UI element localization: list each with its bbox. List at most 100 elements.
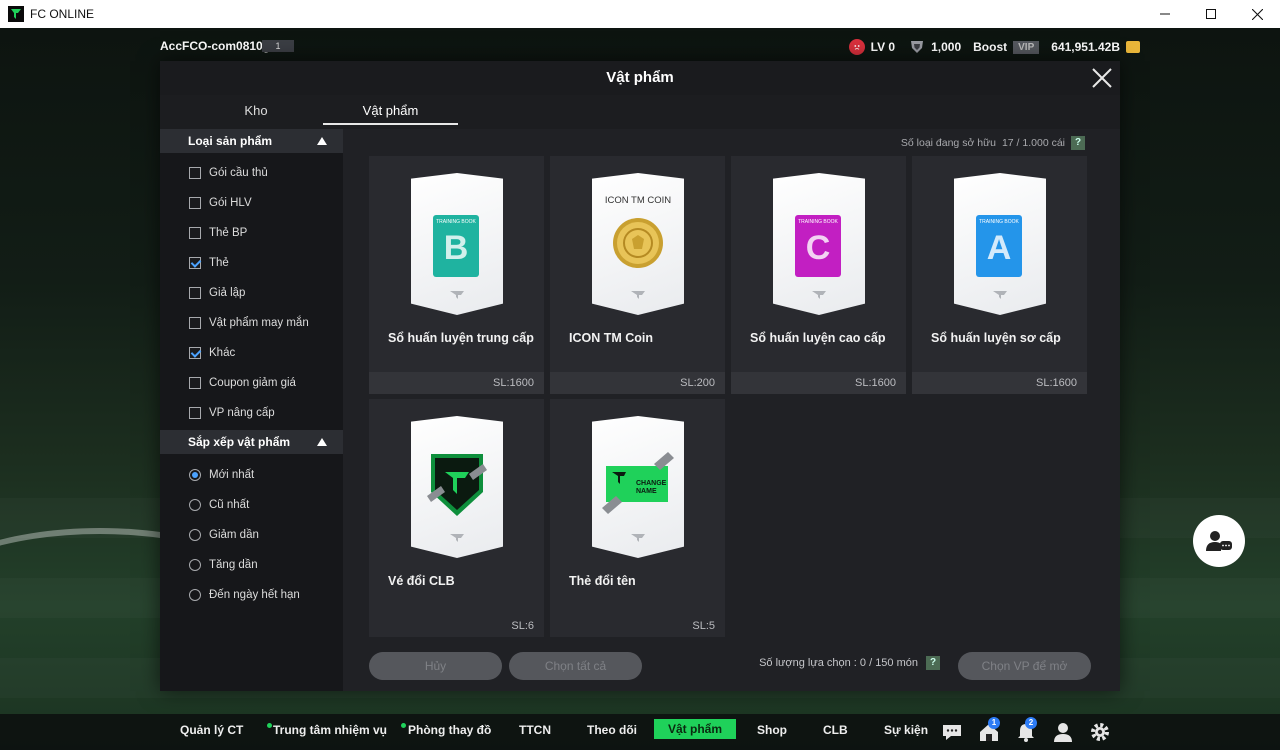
filter-coach-pack[interactable]: Gói HLV: [189, 195, 252, 211]
select-all-button[interactable]: Chọn tất cả: [509, 652, 642, 680]
collapse-triangle-icon: [317, 137, 327, 145]
tab-inventory[interactable]: Kho: [191, 99, 321, 125]
checkbox[interactable]: [189, 317, 201, 329]
chat-icon[interactable]: [941, 722, 963, 742]
filter-lucky-item[interactable]: Vật phẩm may mắn: [189, 315, 309, 331]
coin-icon: [1126, 41, 1140, 53]
item-card-rename-ticket[interactable]: CHANGE NAME Thẻ đổi tên SL:5: [550, 399, 725, 637]
option-label: VP nâng cấp: [209, 407, 275, 419]
item-card-intermediate-training-book[interactable]: TRAINING BOOK B Sổ huấn luyện trung cấp …: [369, 156, 544, 394]
gold-coin-icon: [613, 218, 663, 268]
window-titlebar: FC ONLINE: [0, 0, 1280, 28]
window-title: FC ONLINE: [30, 7, 95, 21]
nav-mission-center[interactable]: Trung tâm nhiệm vụ: [273, 723, 387, 737]
qty-bar: SL:1600: [731, 372, 906, 394]
radio[interactable]: [189, 529, 201, 541]
maximize-button[interactable]: [1188, 0, 1234, 28]
close-modal-button[interactable]: [1090, 66, 1114, 90]
checkbox[interactable]: [189, 407, 201, 419]
checkbox-checked[interactable]: [189, 347, 201, 359]
radio-selected[interactable]: [189, 469, 201, 481]
shield-icon: [911, 41, 924, 53]
minimize-button[interactable]: [1142, 0, 1188, 28]
item-qty: SL:200: [680, 377, 715, 389]
item-card-icon-tm-coin[interactable]: ICON TM COIN ICON TM Coin SL:200: [550, 156, 725, 394]
filter-other[interactable]: Khác: [189, 345, 235, 361]
nav-events[interactable]: Sự kiện: [884, 723, 928, 737]
nav-dot: [267, 723, 272, 728]
option-label: Vật phẩm may mắn: [209, 317, 309, 329]
tab-items[interactable]: Vật phẩm: [323, 99, 458, 125]
fc-logo-icon: [450, 291, 464, 299]
item-qty: SL:6: [511, 620, 534, 632]
training-book-c-icon: TRAINING BOOK C: [795, 215, 841, 277]
close-window-button[interactable]: [1234, 0, 1280, 28]
checkbox[interactable]: [189, 377, 201, 389]
items-modal: Vật phẩm Kho Vật phẩm Loại sản phẩm Gói …: [160, 61, 1120, 691]
club-shield-icon: [427, 454, 487, 516]
sort-section-header[interactable]: Sắp xếp vật phẩm: [160, 430, 343, 454]
radio[interactable]: [189, 559, 201, 571]
item-name: Sổ huấn luyện trung cấp: [388, 331, 534, 345]
nav-locker-room[interactable]: Phòng thay đồ: [408, 723, 491, 737]
user-chat-icon: [1206, 531, 1232, 551]
vip-badge: VIP: [1013, 40, 1040, 54]
ticket-text: CHANGE NAME: [636, 480, 667, 495]
filter-upgrade-item[interactable]: VP nâng cấp: [189, 405, 275, 421]
checkbox[interactable]: [189, 227, 201, 239]
nav-ttcn[interactable]: TTCN: [519, 723, 551, 737]
cancel-button[interactable]: Hủy: [369, 652, 502, 680]
sort-expiry[interactable]: Đến ngày hết hạn: [189, 587, 300, 603]
nav-items[interactable]: Vật phẩm: [654, 719, 737, 739]
fc-logo-icon: [993, 291, 1007, 299]
qty-bar: SL:1600: [912, 372, 1087, 394]
nav-follow[interactable]: Theo dõi: [587, 723, 637, 737]
sort-descending[interactable]: Giảm dần: [189, 527, 259, 543]
minimize-icon: [1160, 13, 1170, 15]
points-value: 1,000: [931, 40, 962, 54]
filter-simulation[interactable]: Giả lập: [189, 285, 245, 301]
option-label: Đến ngày hết hạn: [209, 589, 300, 601]
sort-oldest[interactable]: Cũ nhất: [189, 497, 249, 513]
item-card-advanced-training-book[interactable]: TRAINING BOOK C Sổ huấn luyện cao cấp SL…: [731, 156, 906, 394]
nav-team-management[interactable]: Quản lý CT: [180, 723, 243, 737]
filter-bp-card[interactable]: Thẻ BP: [189, 225, 247, 241]
modal-header: Vật phẩm: [160, 61, 1120, 95]
item-qty: SL:1600: [493, 377, 534, 389]
filter-discount-coupon[interactable]: Coupon giảm giá: [189, 375, 296, 391]
category-section-header[interactable]: Loại sản phẩm: [160, 129, 343, 153]
gear-icon[interactable]: [1089, 722, 1111, 742]
help-icon[interactable]: ?: [926, 656, 940, 670]
qty-bar: SL:200: [550, 372, 725, 394]
sort-newest[interactable]: Mới nhất: [189, 467, 254, 483]
radio[interactable]: [189, 589, 201, 601]
owned-value: 17 / 1.000 cái: [1001, 137, 1065, 149]
checkbox[interactable]: [189, 167, 201, 179]
filter-player-pack[interactable]: Gói cầu thủ: [189, 165, 268, 181]
support-chat-button[interactable]: [1193, 515, 1245, 567]
item-card-beginner-training-book[interactable]: TRAINING BOOK A Sổ huấn luyện sơ cấp SL:…: [912, 156, 1087, 394]
checkbox-checked[interactable]: [189, 257, 201, 269]
collapse-triangle-icon: [317, 438, 327, 446]
option-label: Thẻ BP: [209, 227, 248, 239]
item-card-club-change-ticket[interactable]: Vé đổi CLB SL:6: [369, 399, 544, 637]
option-label: Giảm dần: [209, 529, 259, 541]
bell-notification-badge: 2: [1025, 717, 1037, 729]
checkbox[interactable]: [189, 197, 201, 209]
fc-logo-icon: [631, 534, 645, 542]
radio[interactable]: [189, 499, 201, 511]
filter-card[interactable]: Thẻ: [189, 255, 229, 271]
fc-logo-icon: [631, 291, 645, 299]
open-selected-button[interactable]: Chọn VP để mở: [958, 652, 1091, 680]
help-icon[interactable]: ?: [1071, 136, 1085, 150]
profile-icon[interactable]: [1052, 722, 1074, 742]
qty-bar: SL:6: [369, 615, 544, 637]
option-label: Giả lập: [209, 287, 246, 299]
checkbox[interactable]: [189, 287, 201, 299]
sort-ascending[interactable]: Tăng dần: [189, 557, 258, 573]
nav-club[interactable]: CLB: [823, 723, 848, 737]
option-label: Mới nhất: [209, 469, 255, 481]
option-label: Coupon giảm giá: [209, 377, 296, 389]
nav-shop[interactable]: Shop: [757, 723, 787, 737]
top-hud: AccFCO-com0810g 1 LV 0 1,000 Boost VIP 6…: [0, 36, 1280, 58]
